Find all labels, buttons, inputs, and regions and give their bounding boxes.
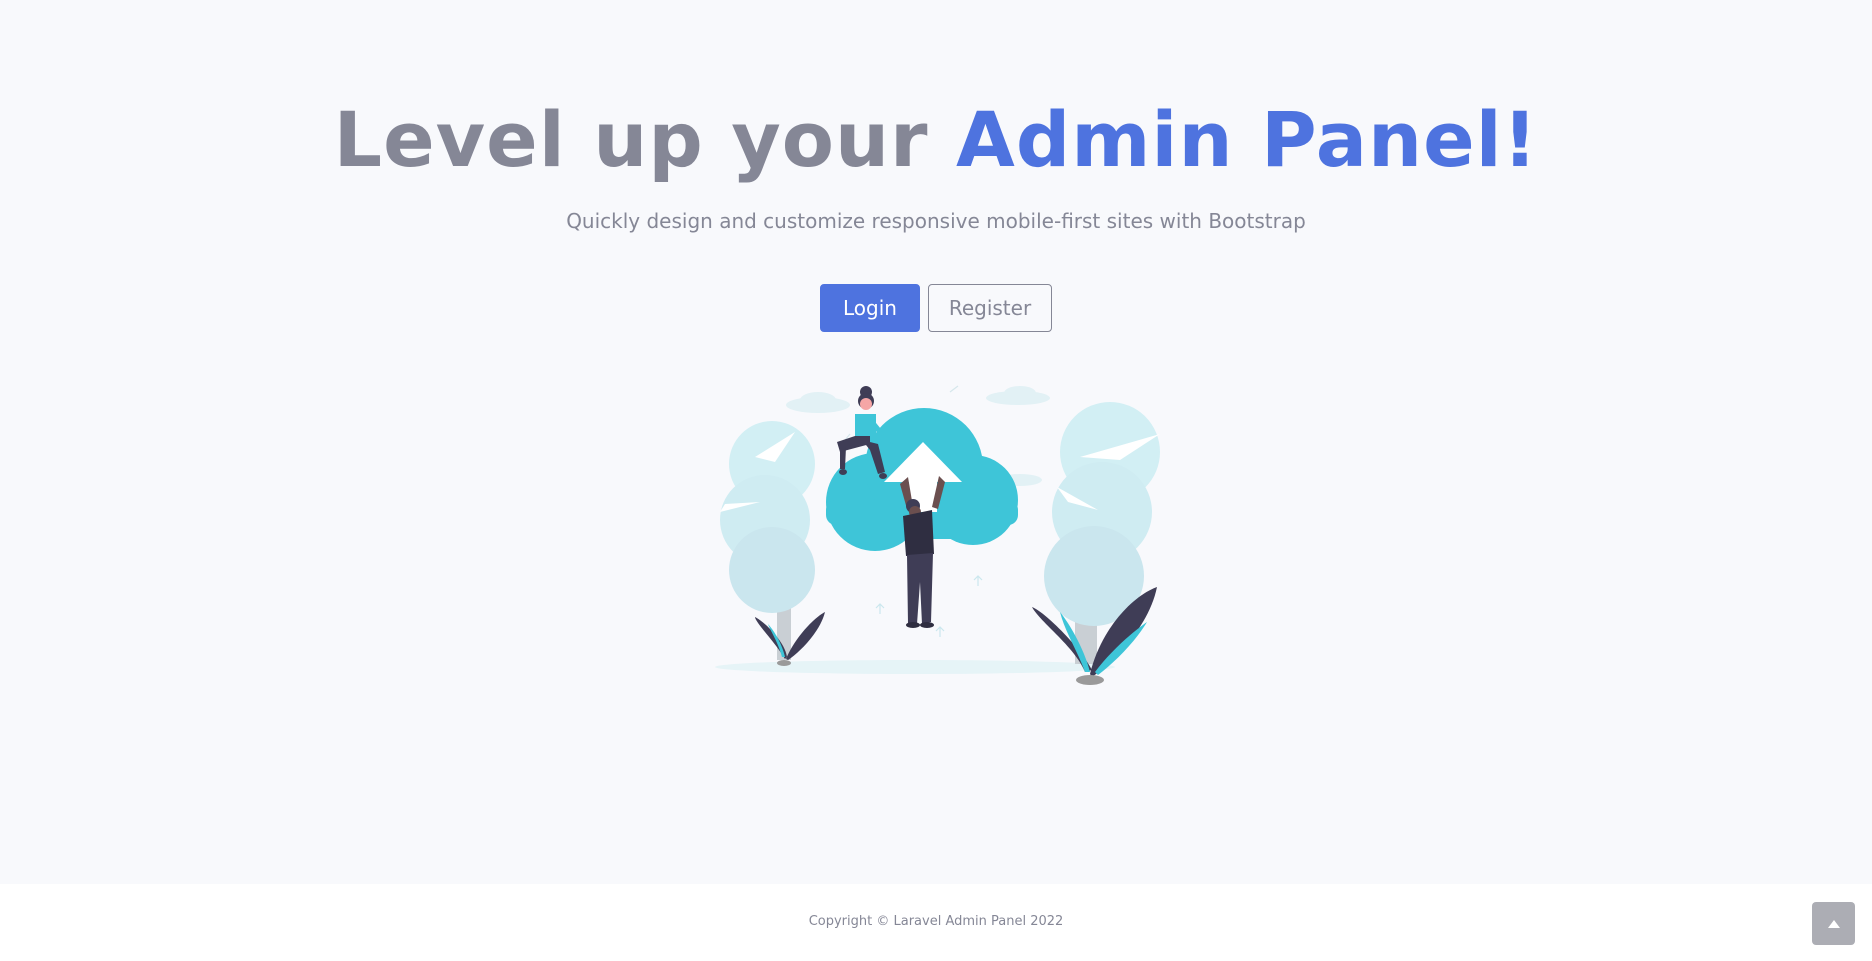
login-button[interactable]: Login	[820, 284, 920, 332]
cloud-upload-illustration	[700, 372, 1180, 692]
headline-prefix: Level up your	[333, 95, 956, 184]
landing-page: Level up your Admin Panel! Quickly desig…	[0, 0, 1872, 961]
hero-subtitle: Quickly design and customize responsive …	[566, 209, 1306, 233]
copyright-text: Copyright © Laravel Admin Panel 2022	[808, 914, 1064, 929]
hero-section: Level up your Admin Panel! Quickly desig…	[0, 0, 1872, 884]
headline-accent: Admin Panel!	[956, 95, 1539, 184]
auth-actions: Login Register	[0, 284, 1872, 332]
scroll-to-top-button[interactable]	[1812, 902, 1855, 945]
register-button[interactable]: Register	[928, 284, 1052, 332]
cloud-upload-people-icon	[715, 385, 1160, 685]
page-footer: Copyright © Laravel Admin Panel 2022	[0, 884, 1872, 961]
page-title: Level up your Admin Panel!	[0, 90, 1872, 190]
chevron-up-icon	[1827, 919, 1840, 928]
